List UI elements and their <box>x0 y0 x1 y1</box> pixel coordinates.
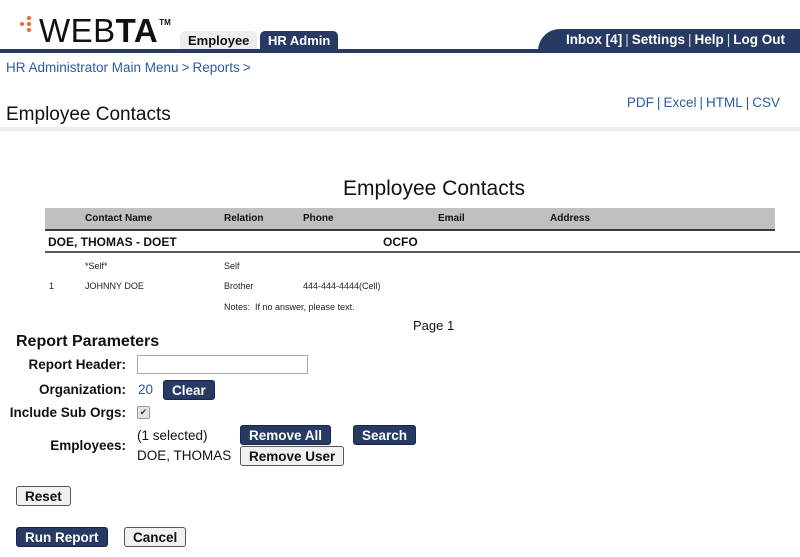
export-html-link[interactable]: HTML <box>706 95 743 110</box>
selected-employee-name: DOE, THOMAS <box>137 448 232 463</box>
nav-separator: | <box>625 32 629 47</box>
inbox-link[interactable]: Inbox [4] <box>566 32 622 47</box>
column-header-relation: Relation <box>224 213 264 224</box>
employees-selected-count: (1 selected) <box>137 428 208 443</box>
contact-phone: 444-444-4444(Cell) <box>303 281 381 291</box>
include-sub-orgs-checkbox[interactable]: ✔ <box>137 406 150 419</box>
export-pdf-link[interactable]: PDF <box>627 95 654 110</box>
column-header-contact-name: Contact Name <box>85 213 153 224</box>
column-header-email: Email <box>438 213 465 224</box>
export-separator: | <box>745 95 750 110</box>
export-separator: | <box>656 95 661 110</box>
app-header: WEBTA TM Employee HR Admin Inbox [4] | Set… <box>0 0 800 54</box>
logo-trademark: TM <box>159 18 171 27</box>
logout-link[interactable]: Log Out <box>733 32 785 47</box>
page-title: Employee Contacts <box>6 104 171 125</box>
export-separator: | <box>699 95 703 110</box>
nav-separator: | <box>687 32 692 47</box>
run-report-button[interactable]: Run Report <box>16 527 108 547</box>
contact-name: JOHNNY DOE <box>85 281 144 291</box>
column-header-address: Address <box>550 213 591 224</box>
include-sub-orgs-label: Include Sub Orgs: <box>9 405 126 420</box>
header-divider <box>0 49 800 53</box>
contact-relation: Self <box>224 261 240 271</box>
contact-index: 1 <box>49 281 55 291</box>
contact-name: *Self* <box>85 261 108 271</box>
employees-label: Employees: <box>50 438 126 453</box>
utility-nav: Inbox [4] | Settings | Help | Log Out <box>538 29 800 51</box>
nav-separator: | <box>726 32 731 47</box>
search-employees-button[interactable]: Search <box>353 425 417 445</box>
tab-hr-admin[interactable]: HR Admin <box>260 31 339 50</box>
report-title: Employee Contacts <box>342 177 526 200</box>
column-header-phone: Phone <box>303 213 334 224</box>
report-header-input[interactable] <box>137 355 308 374</box>
contact-notes: Notes: If no answer, please text. <box>224 302 355 312</box>
employee-org: OCFO <box>383 235 418 249</box>
checkmark-icon: ✔ <box>139 407 148 417</box>
export-excel-link[interactable]: Excel <box>663 95 696 110</box>
employee-name: DOE, THOMAS - DOET <box>48 235 177 249</box>
export-links: PDF | Excel | HTML | CSV <box>627 95 780 110</box>
webta-logo[interactable]: WEBTA TM <box>20 14 171 48</box>
organization-value[interactable]: 20 <box>138 382 153 397</box>
breadcrumb-separator: > <box>181 60 190 75</box>
breadcrumb: HR Administrator Main Menu > Reports > <box>6 60 254 75</box>
settings-link[interactable]: Settings <box>632 32 685 47</box>
breadcrumb-reports[interactable]: Reports <box>192 60 239 75</box>
remove-all-button[interactable]: Remove All <box>240 425 332 445</box>
contact-relation: Brother <box>224 281 254 291</box>
logo-dots-icon <box>20 16 38 42</box>
report-parameters-heading: Report Parameters <box>16 333 160 350</box>
tab-employee[interactable]: Employee <box>180 31 258 50</box>
export-csv-link[interactable]: CSV <box>752 95 780 110</box>
employee-group-row: DOE, THOMAS - DOET OCFO <box>45 231 800 253</box>
report-table-header: Contact Name Relation Phone Email Addres… <box>45 208 775 231</box>
logo-wordmark: WEBTA <box>39 12 159 49</box>
report-header-label: Report Header: <box>28 357 126 372</box>
organization-label: Organization: <box>39 382 126 397</box>
breadcrumb-hr-admin-main-menu[interactable]: HR Administrator Main Menu <box>6 60 179 75</box>
cancel-button[interactable]: Cancel <box>124 527 187 547</box>
title-divider <box>0 127 800 131</box>
help-link[interactable]: Help <box>694 32 723 47</box>
clear-organization-button[interactable]: Clear <box>163 380 215 400</box>
reset-button[interactable]: Reset <box>16 486 71 506</box>
report-page-number: Page 1 <box>413 318 455 333</box>
remove-user-button[interactable]: Remove User <box>240 446 345 466</box>
breadcrumb-separator: > <box>242 60 251 75</box>
